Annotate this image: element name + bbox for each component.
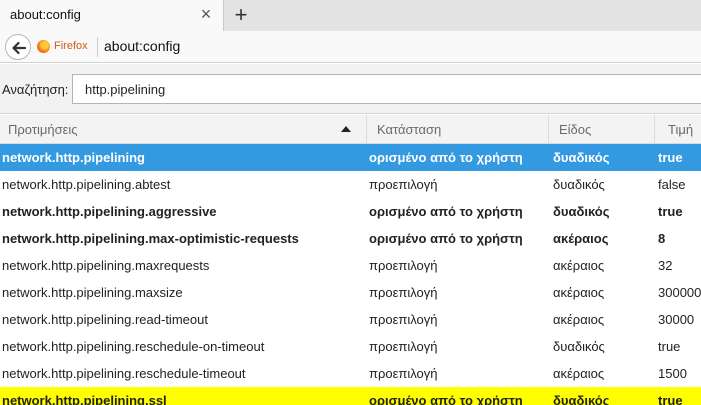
pref-name: network.http.pipelining.reschedule-on-ti… (2, 339, 265, 354)
pref-type: ακέραιος (553, 312, 605, 327)
firefox-icon (37, 40, 50, 53)
pref-name: network.http.pipelining.maxrequests (2, 258, 210, 273)
column-header-value[interactable]: Τιμή (654, 115, 701, 144)
table-row[interactable]: network.http.pipelining.reschedule-on-ti… (0, 333, 701, 360)
back-button[interactable] (5, 34, 31, 60)
column-headers: Προτιμήσεις Κατάσταση Είδος Τιμή (0, 115, 701, 144)
pref-value: true (658, 339, 681, 354)
pref-name: network.http.pipelining.abtest (2, 177, 171, 192)
table-row[interactable]: network.http.pipelining.maxrequests προε… (0, 252, 701, 279)
close-icon[interactable]: × (196, 4, 216, 24)
pref-type: δυαδικός (553, 393, 610, 405)
pref-status: προεπιλογή (369, 366, 438, 381)
pref-value: 30000 (658, 312, 695, 327)
tab-strip: about:config × + (0, 0, 701, 31)
search-input[interactable] (72, 74, 701, 104)
pref-status: προεπιλογή (369, 177, 438, 192)
pref-type: ακέραιος (553, 258, 605, 273)
pref-status: προεπιλογή (369, 339, 438, 354)
pref-value: 1500 (658, 366, 687, 381)
tab-about-config[interactable]: about:config × (0, 0, 224, 31)
pref-status: προεπιλογή (369, 312, 438, 327)
search-area: Αναζήτηση: (0, 64, 701, 114)
table-row[interactable]: network.http.pipelining.reschedule-timeo… (0, 360, 701, 387)
table-row[interactable]: network.http.pipelining.maxsize προεπιλο… (0, 279, 701, 306)
pref-status: προεπιλογή (369, 258, 438, 273)
pref-value: 300000 (658, 285, 701, 300)
pref-name: network.http.pipelining.ssl (2, 393, 167, 405)
sort-ascending-icon (341, 126, 351, 132)
column-header-name[interactable]: Προτιμήσεις (8, 115, 363, 144)
pref-value: true (658, 204, 683, 219)
new-tab-button[interactable]: + (230, 3, 252, 27)
preferences-list: network.http.pipelining ορισμένο από το … (0, 144, 701, 405)
pref-type: ακέραιος (553, 231, 609, 246)
table-row[interactable]: network.http.pipelining.max-optimistic-r… (0, 225, 701, 252)
pref-value: 32 (658, 258, 673, 273)
table-row[interactable]: network.http.pipelining.read-timeout προ… (0, 306, 701, 333)
pref-status: ορισμένο από το χρήστη (369, 393, 523, 405)
navigation-bar: Firefox about:config (0, 31, 701, 63)
pref-status: ορισμένο από το χρήστη (369, 231, 523, 246)
pref-name: network.http.pipelining (2, 150, 145, 165)
back-arrow-icon (12, 41, 27, 55)
pref-name: network.http.pipelining.read-timeout (2, 312, 208, 327)
pref-value: 8 (658, 231, 666, 246)
pref-type: ακέραιος (553, 285, 605, 300)
table-row[interactable]: network.http.pipelining.abtest προεπιλογ… (0, 171, 701, 198)
url-separator (97, 37, 98, 57)
pref-name: network.http.pipelining.aggressive (2, 204, 217, 219)
table-row[interactable]: network.http.pipelining ορισμένο από το … (0, 144, 701, 171)
column-header-type[interactable]: Είδος (548, 115, 654, 144)
pref-name: network.http.pipelining.maxsize (2, 285, 183, 300)
search-label: Αναζήτηση: (2, 82, 69, 97)
pref-type: δυαδικός (553, 204, 610, 219)
pref-type: ακέραιος (553, 366, 605, 381)
pref-status: ορισμένο από το χρήστη (369, 204, 523, 219)
pref-value: false (658, 177, 686, 192)
pref-value: true (658, 393, 683, 405)
pref-type: δυαδικός (553, 150, 610, 165)
pref-value: true (658, 150, 683, 165)
identity-label: Firefox (54, 40, 88, 52)
pref-name: network.http.pipelining.reschedule-timeo… (2, 366, 246, 381)
pref-type: δυαδικός (553, 339, 605, 354)
tab-title: about:config (10, 7, 81, 22)
table-row[interactable]: network.http.pipelining.ssl ορισμένο από… (0, 387, 701, 405)
pref-status: ορισμένο από το χρήστη (369, 150, 523, 165)
pref-type: δυαδικός (553, 177, 605, 192)
pref-status: προεπιλογή (369, 285, 438, 300)
url-bar[interactable]: about:config (104, 38, 180, 54)
pref-name: network.http.pipelining.max-optimistic-r… (2, 231, 299, 246)
column-header-status[interactable]: Κατάσταση (366, 115, 548, 144)
table-row[interactable]: network.http.pipelining.aggressive ορισμ… (0, 198, 701, 225)
